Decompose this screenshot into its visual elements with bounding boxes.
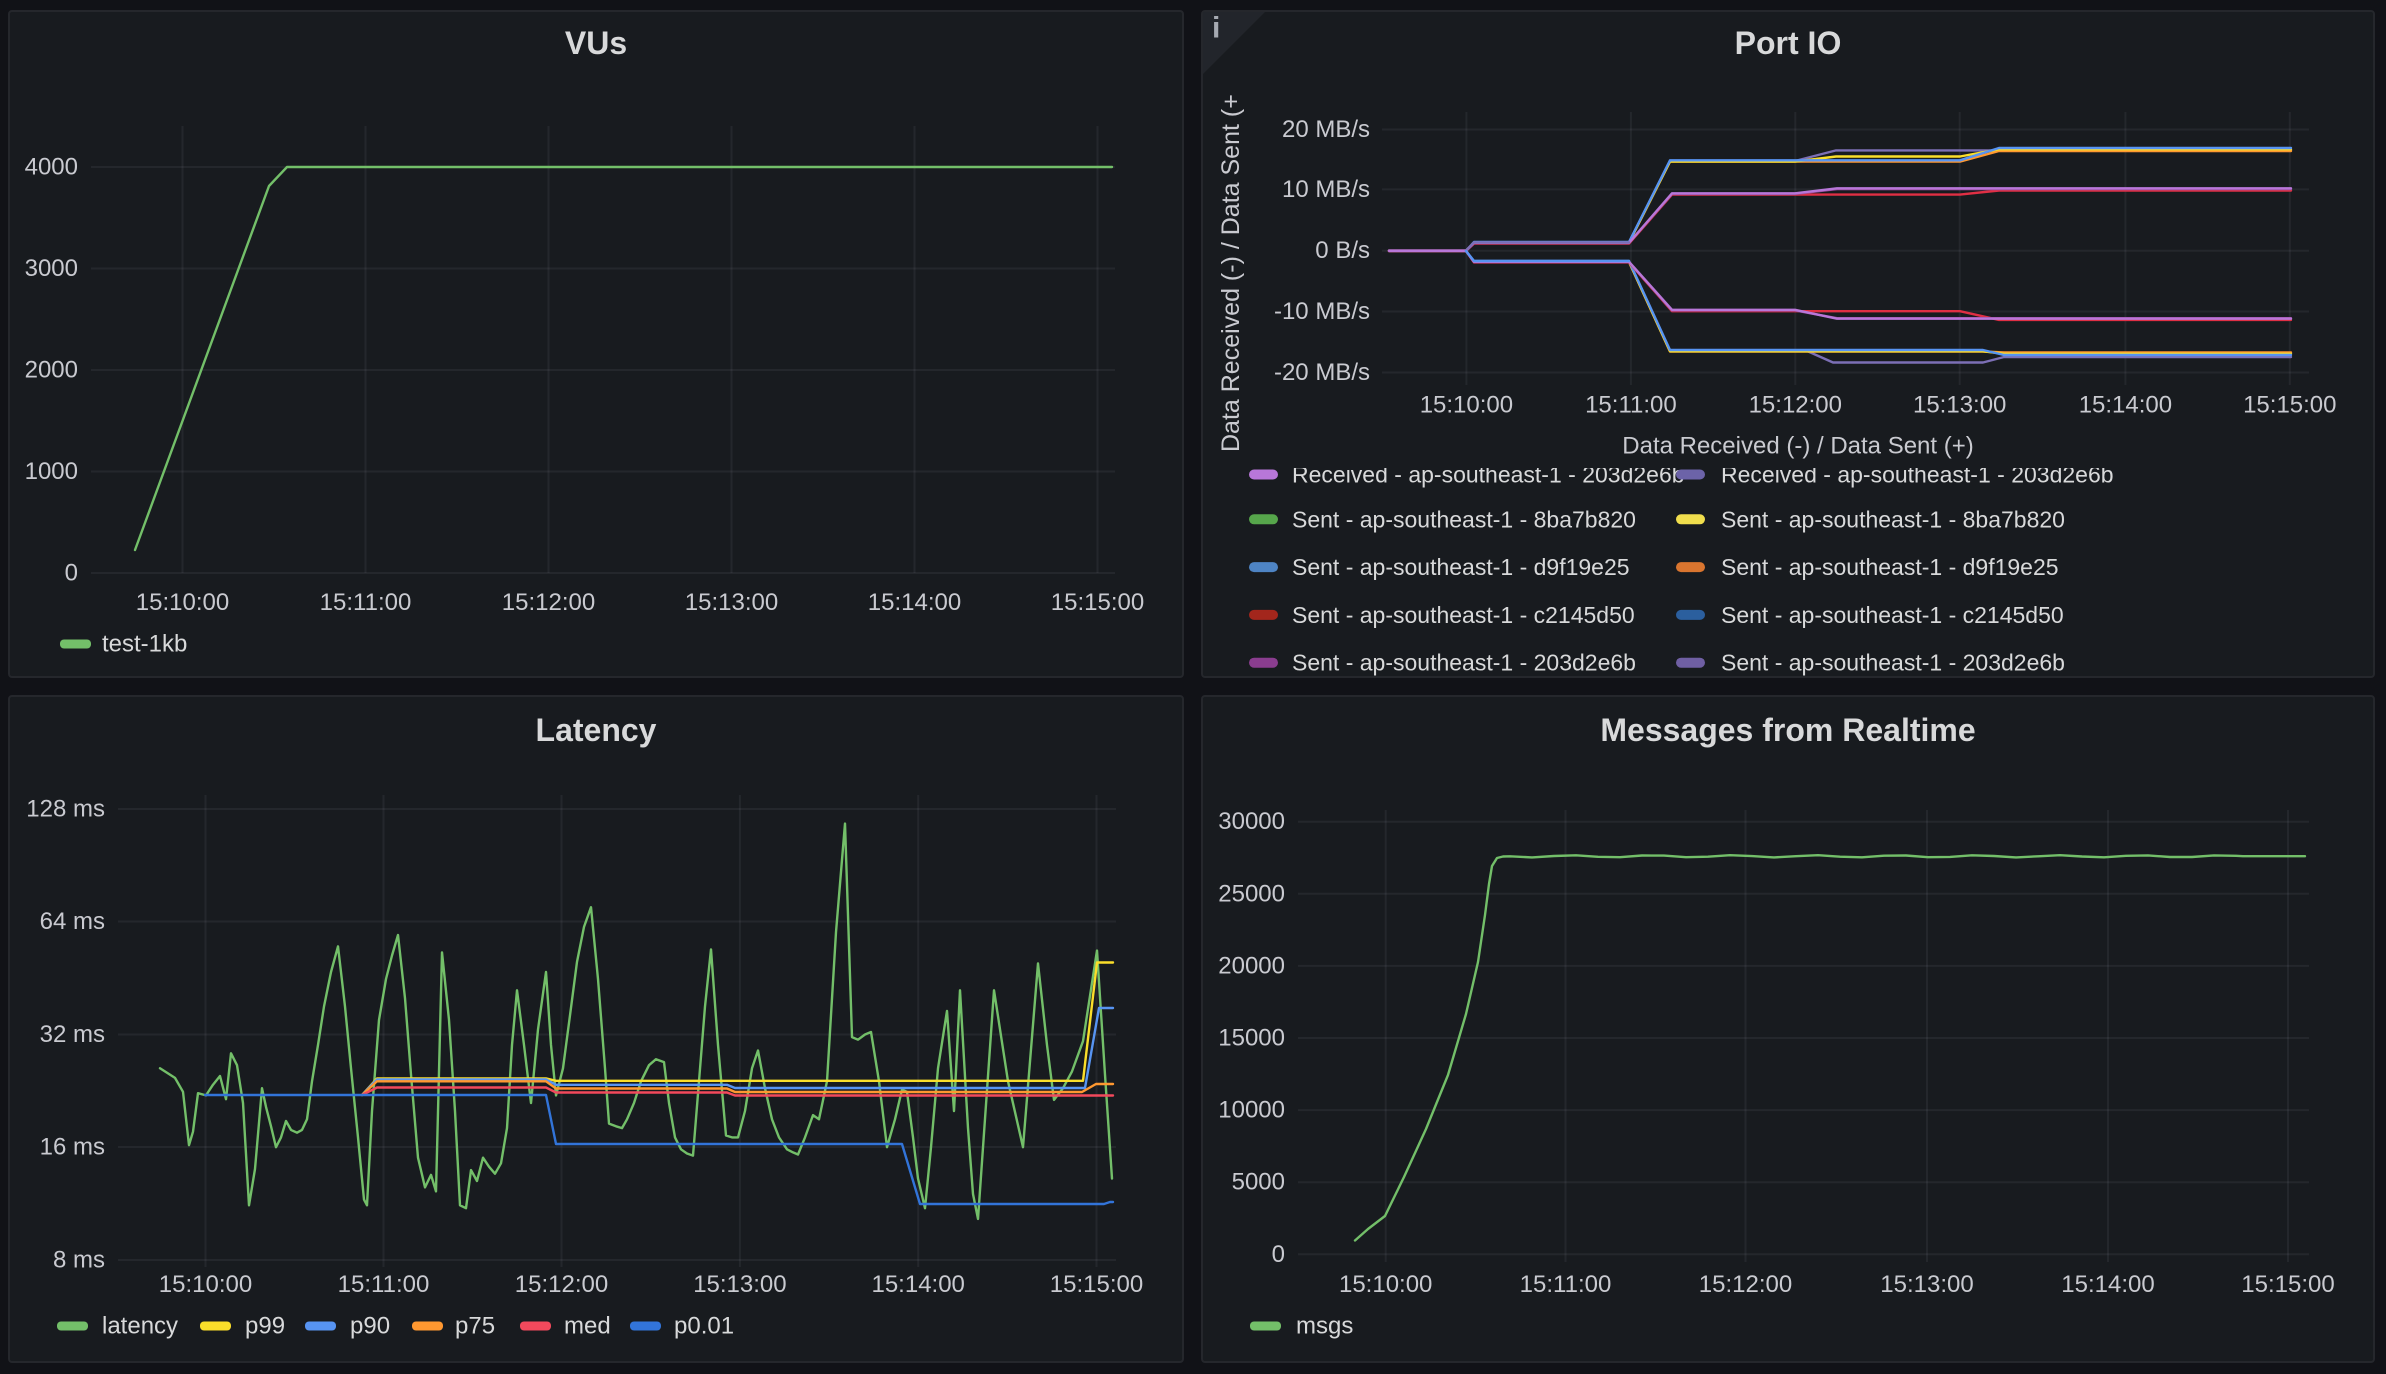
svg-text:64 ms: 64 ms <box>40 908 105 935</box>
svg-text:p0.01: p0.01 <box>674 1313 734 1340</box>
svg-text:15:12:00: 15:12:00 <box>1699 1271 1792 1298</box>
svg-text:Messages from Realtime: Messages from Realtime <box>1600 712 1975 748</box>
svg-text:med: med <box>564 1313 611 1340</box>
svg-text:msgs: msgs <box>1296 1313 1353 1340</box>
svg-text:VUs: VUs <box>565 25 627 61</box>
svg-text:15:11:00: 15:11:00 <box>1585 392 1677 419</box>
svg-text:4000: 4000 <box>25 154 78 181</box>
svg-text:2000: 2000 <box>25 357 78 384</box>
svg-text:15:15:00: 15:15:00 <box>2241 1271 2334 1298</box>
svg-text:p99: p99 <box>245 1313 285 1340</box>
svg-text:Sent - ap-southeast-1 - d9f19e: Sent - ap-southeast-1 - d9f19e25 <box>1721 554 2059 580</box>
svg-text:15:15:00: 15:15:00 <box>1051 589 1144 616</box>
svg-text:p90: p90 <box>350 1313 390 1340</box>
svg-text:i: i <box>1212 12 1220 45</box>
svg-text:15:11:00: 15:11:00 <box>1520 1271 1612 1298</box>
svg-text:20000: 20000 <box>1218 952 1285 979</box>
svg-text:5000: 5000 <box>1232 1169 1285 1196</box>
svg-text:-10 MB/s: -10 MB/s <box>1274 298 1370 325</box>
svg-text:15:11:00: 15:11:00 <box>320 589 412 616</box>
svg-text:15:13:00: 15:13:00 <box>1913 392 2006 419</box>
svg-text:32 ms: 32 ms <box>40 1021 105 1048</box>
svg-text:10000: 10000 <box>1218 1097 1285 1124</box>
svg-text:15:14:00: 15:14:00 <box>2061 1271 2154 1298</box>
svg-text:1000: 1000 <box>25 458 78 485</box>
svg-text:15:15:00: 15:15:00 <box>2243 392 2336 419</box>
svg-text:15:13:00: 15:13:00 <box>1880 1271 1973 1298</box>
svg-text:128 ms: 128 ms <box>26 796 105 823</box>
svg-text:15:15:00: 15:15:00 <box>1050 1271 1143 1298</box>
svg-text:Latency: Latency <box>536 712 657 748</box>
svg-text:15:12:00: 15:12:00 <box>1749 392 1842 419</box>
svg-text:Sent - ap-southeast-1 - c2145d: Sent - ap-southeast-1 - c2145d50 <box>1721 602 2064 628</box>
svg-text:15:12:00: 15:12:00 <box>502 589 595 616</box>
svg-text:10 MB/s: 10 MB/s <box>1282 176 1370 203</box>
svg-text:Sent - ap-southeast-1 - c2145d: Sent - ap-southeast-1 - c2145d50 <box>1292 602 1635 628</box>
svg-text:15:14:00: 15:14:00 <box>2079 392 2172 419</box>
svg-text:15:10:00: 15:10:00 <box>1420 392 1513 419</box>
svg-text:15:10:00: 15:10:00 <box>136 589 229 616</box>
svg-text:25000: 25000 <box>1218 880 1285 907</box>
svg-text:15000: 15000 <box>1218 1025 1285 1052</box>
svg-text:Received - ap-southeast-1 - 20: Received - ap-southeast-1 - 203d2e6b <box>1721 462 2114 488</box>
svg-text:15:13:00: 15:13:00 <box>693 1271 786 1298</box>
svg-text:test-1kb: test-1kb <box>102 631 187 658</box>
svg-text:Sent - ap-southeast-1 - 8ba7b8: Sent - ap-southeast-1 - 8ba7b820 <box>1292 506 1636 532</box>
svg-text:Data Received (-) / Data Sent: Data Received (-) / Data Sent (+ <box>1217 94 1245 452</box>
svg-text:0: 0 <box>1272 1241 1285 1268</box>
svg-text:Sent - ap-southeast-1 - 8ba7b8: Sent - ap-southeast-1 - 8ba7b820 <box>1721 506 2065 532</box>
svg-text:-20 MB/s: -20 MB/s <box>1274 359 1370 386</box>
svg-text:15:11:00: 15:11:00 <box>338 1271 430 1298</box>
svg-text:0 B/s: 0 B/s <box>1315 237 1370 264</box>
svg-text:Sent - ap-southeast-1 - 203d2e: Sent - ap-southeast-1 - 203d2e6b <box>1721 650 2065 676</box>
svg-text:Received - ap-southeast-1 - 20: Received - ap-southeast-1 - 203d2e6b <box>1292 462 1685 488</box>
svg-text:latency: latency <box>102 1313 178 1340</box>
svg-text:15:13:00: 15:13:00 <box>685 589 778 616</box>
svg-text:3000: 3000 <box>25 255 78 282</box>
svg-text:8 ms: 8 ms <box>53 1247 105 1274</box>
svg-text:15:10:00: 15:10:00 <box>159 1271 252 1298</box>
svg-text:Sent - ap-southeast-1 - 203d2e: Sent - ap-southeast-1 - 203d2e6b <box>1292 650 1636 676</box>
svg-text:15:14:00: 15:14:00 <box>868 589 961 616</box>
svg-text:Data Received (-) / Data Sent: Data Received (-) / Data Sent (+) <box>1622 433 1973 460</box>
svg-text:15:10:00: 15:10:00 <box>1339 1271 1432 1298</box>
svg-text:Port IO: Port IO <box>1735 25 1842 61</box>
svg-text:16 ms: 16 ms <box>40 1134 105 1161</box>
svg-text:20 MB/s: 20 MB/s <box>1282 116 1370 143</box>
svg-text:15:14:00: 15:14:00 <box>871 1271 964 1298</box>
svg-text:0: 0 <box>65 560 78 587</box>
svg-text:30000: 30000 <box>1218 808 1285 835</box>
svg-text:Sent - ap-southeast-1 - d9f19e: Sent - ap-southeast-1 - d9f19e25 <box>1292 554 1630 580</box>
svg-text:p75: p75 <box>455 1313 495 1340</box>
svg-text:15:12:00: 15:12:00 <box>515 1271 608 1298</box>
